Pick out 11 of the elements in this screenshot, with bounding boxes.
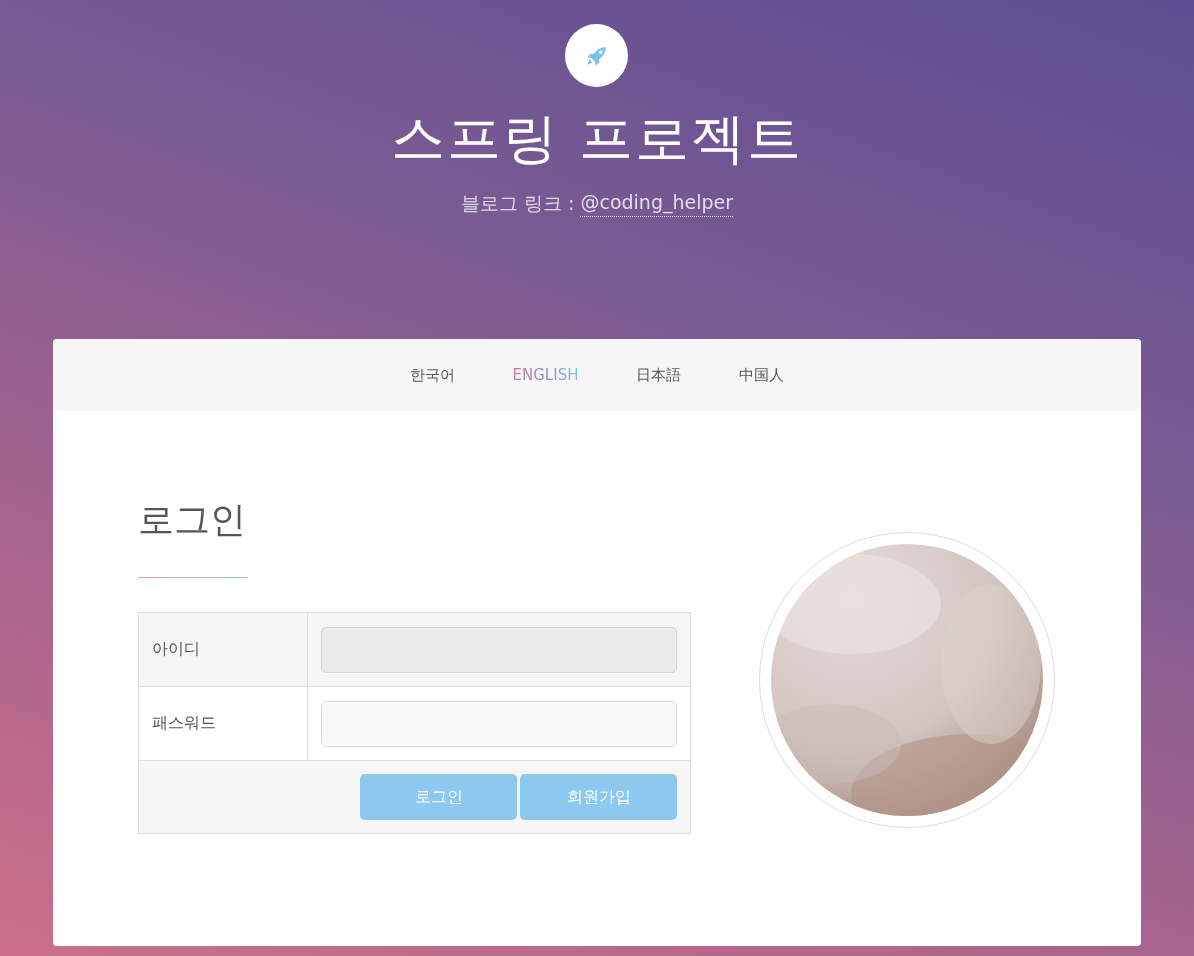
field-label: 패스워드 <box>139 687 308 760</box>
language-tab[interactable]: 中国人 <box>739 365 785 385</box>
language-tab[interactable]: 한국어 <box>409 365 455 385</box>
field-label: 아이디 <box>139 613 308 686</box>
login-heading: 로그인 <box>138 498 247 542</box>
site-title: 스프링 프로젝트 <box>391 106 803 172</box>
input-field[interactable] <box>321 700 677 747</box>
language-tab[interactable]: 日本語 <box>636 365 682 385</box>
blog-link[interactable]: @coding_helper <box>580 191 734 217</box>
blog-label: 블로그 링크 : <box>460 191 575 216</box>
input-field[interactable] <box>321 626 677 673</box>
